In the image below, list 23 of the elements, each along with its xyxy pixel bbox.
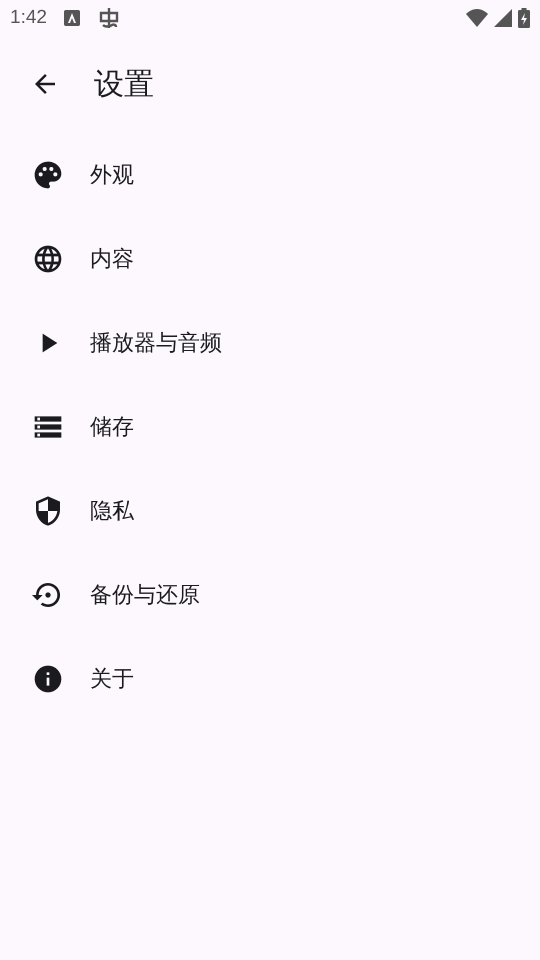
settings-label: 关于 <box>90 666 134 694</box>
settings-item[interactable]: 关于 <box>0 637 540 721</box>
status-time: 1:42 <box>10 7 47 29</box>
settings-item[interactable]: 外观 <box>0 133 540 217</box>
signal-icon <box>494 9 512 27</box>
settings-label: 内容 <box>90 246 134 274</box>
settings-item[interactable]: 隐私 <box>0 469 540 553</box>
settings-item[interactable]: 内容 <box>0 217 540 301</box>
battery-icon <box>518 8 530 28</box>
palette-icon <box>32 159 64 191</box>
settings-label: 备份与还原 <box>90 582 200 610</box>
notification-icon <box>62 9 81 27</box>
settings-label: 播放器与音频 <box>90 330 222 358</box>
wifi-icon <box>466 9 488 27</box>
globe-icon <box>32 243 64 275</box>
settings-item[interactable]: 播放器与音频 <box>0 301 540 385</box>
settings-label: 隐私 <box>90 498 134 526</box>
page-title: 设置 <box>94 66 154 104</box>
settings-item[interactable]: 备份与还原 <box>0 553 540 637</box>
settings-item[interactable]: 储存 <box>0 385 540 469</box>
info-icon <box>32 663 64 695</box>
settings-label: 外观 <box>90 162 134 190</box>
settings-label: 储存 <box>90 414 134 442</box>
